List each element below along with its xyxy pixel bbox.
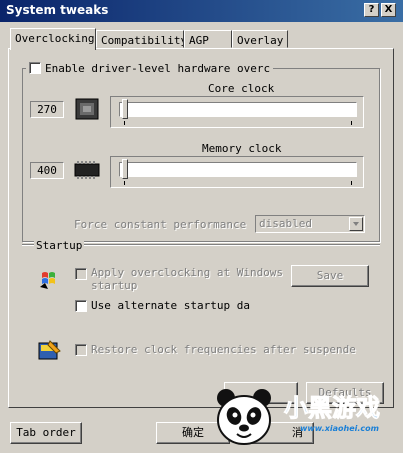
tab-overlay[interactable]: Overlay [232,30,288,48]
watermark-brand: 小黑游戏 [282,392,400,423]
restore-clock-icon [36,337,62,363]
memory-clock-tick-min [124,181,125,185]
memory-chip-icon [74,157,100,183]
gpu-chip-icon [74,96,100,122]
force-performance-select[interactable]: disabled [255,215,365,233]
enable-overclocking-row: Enable driver-level hardware overc [26,61,274,75]
alternate-startup-label: Use alternate startup da [91,299,250,312]
apply-at-startup-checkbox[interactable] [75,268,87,280]
window-title: System tweaks [6,3,109,17]
close-button[interactable]: X [381,3,396,17]
core-clock-tick-min [124,121,125,125]
help-button[interactable]: ? [364,3,379,17]
memory-clock-thumb[interactable] [122,159,128,179]
core-clock-thumb[interactable] [122,99,128,119]
save-button[interactable]: Save [291,265,369,287]
core-clock-value: 270 [30,101,64,118]
alternate-startup-checkbox[interactable] [75,300,87,312]
core-clock-track [119,102,357,117]
memory-clock-tick-max [351,181,352,185]
apply-at-startup-line2: startup [91,279,138,292]
restore-clock-checkbox[interactable] [75,344,87,356]
tab-agp[interactable]: AGP [184,30,232,48]
restore-clock-label: Restore clock frequencies after suspende [91,343,356,356]
memory-clock-slider[interactable] [110,156,364,188]
windows-startup-icon [36,265,62,291]
force-performance-value: disabled [259,217,312,230]
memory-clock-value: 400 [30,162,64,179]
core-clock-tick-max [351,121,352,125]
watermark-url: www.xiaohei.com [300,424,379,433]
dropdown-arrow-icon[interactable] [349,217,363,231]
panda-mascot-logo [210,384,280,450]
core-clock-title: Core clock [208,82,275,95]
watermark-brand-text: 小黑游戏 [284,394,380,422]
startup-title: Startup [34,239,85,252]
tab-compatibility[interactable]: Compatibility [96,30,184,48]
tab-overclocking[interactable]: Overclocking [10,28,96,50]
enable-overclocking-checkbox[interactable] [29,62,41,74]
memory-clock-title: Memory clock [202,142,282,155]
memory-clock-track [119,162,357,177]
apply-at-startup-label: Apply overclocking at Windows startup [91,266,283,292]
tab-order-button[interactable]: Tab order [10,422,82,444]
force-performance-label: Force constant performance [74,218,247,231]
apply-at-startup-line1: Apply overclocking at Windows [91,266,284,279]
enable-overclocking-label: Enable driver-level hardware overc [45,61,271,75]
core-clock-slider[interactable] [110,96,364,128]
